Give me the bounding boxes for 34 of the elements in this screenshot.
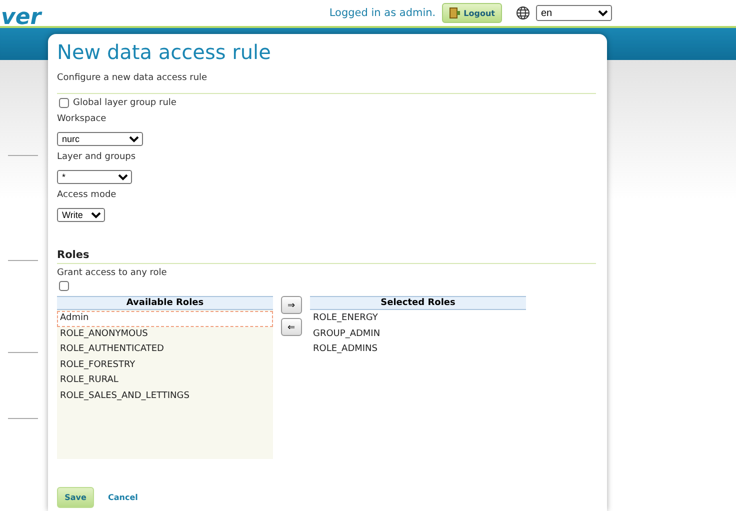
save-button[interactable]: Save: [57, 487, 94, 508]
column-header: Selected Roles: [310, 296, 526, 310]
door-icon: [448, 7, 461, 19]
role-item[interactable]: ROLE_AUTHENTICATED: [57, 342, 273, 358]
role-item[interactable]: ROLE_FORESTRY: [57, 358, 273, 373]
role-item[interactable]: ROLE_ANONYMOUS: [57, 326, 273, 342]
field-label: Workspace: [57, 114, 108, 124]
language-select[interactable]: en: [536, 5, 612, 21]
column-header: Available Roles: [57, 296, 273, 310]
page-description: Configure a new data access rule: [57, 73, 208, 83]
field-label: Grant access to any role: [57, 268, 168, 278]
section-heading: Roles: [57, 249, 90, 261]
logout-button[interactable]: Logout: [442, 3, 502, 23]
layer-select[interactable]: *: [57, 170, 132, 184]
logo-text: ver: [1, 4, 42, 30]
workspace-select[interactable]: nurc: [57, 132, 143, 146]
page-title: New data access rule: [57, 40, 272, 64]
checkbox[interactable]: [59, 281, 69, 291]
role-item[interactable]: ROLE_RURAL: [57, 373, 273, 388]
role-item[interactable]: GROUP_ADMIN: [310, 326, 526, 342]
cancel-link[interactable]: Cancel: [108, 493, 138, 502]
add-button[interactable]: ⇒: [281, 296, 302, 314]
checkbox[interactable]: [59, 98, 69, 108]
access-mode-select[interactable]: Write: [57, 208, 105, 222]
login-status: Logged in as admin.: [329, 7, 436, 19]
role-item[interactable]: ROLE_ADMINS: [310, 342, 526, 358]
remove-button[interactable]: ⇐: [281, 318, 302, 336]
role-item[interactable]: Admin: [57, 311, 273, 326]
field-label: Access mode: [57, 190, 118, 200]
checkbox-label: Global layer group rule: [73, 98, 176, 108]
role-item[interactable]: ROLE_ENERGY: [310, 311, 526, 326]
globe-icon: [516, 6, 530, 20]
role-item[interactable]: ROLE_SALES_AND_LETTINGS: [57, 388, 273, 404]
field-label: Layer and groups: [57, 152, 137, 162]
